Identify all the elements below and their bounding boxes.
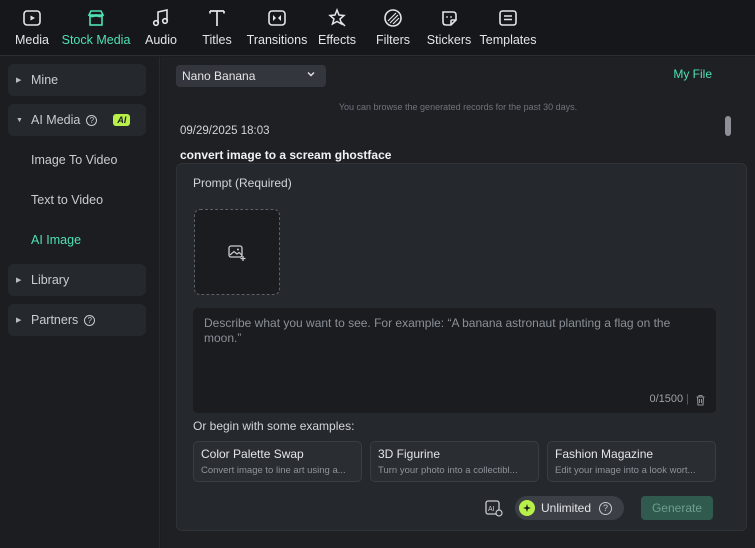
tab-transitions[interactable]: Transitions bbox=[247, 0, 307, 56]
record-title: convert image to a scream ghostface bbox=[180, 148, 392, 162]
sidebar-item-text-to-video[interactable]: Text to Video bbox=[31, 193, 103, 207]
expand-arrow-icon: ▶ bbox=[16, 277, 22, 284]
sidebar-item-ai-media[interactable]: ▼ AI Media ? AI bbox=[8, 104, 146, 136]
sidebar-item-mine[interactable]: ▶ Mine bbox=[8, 64, 146, 96]
prompt-label: Prompt (Required) bbox=[193, 176, 292, 190]
example-title: 3D Figurine bbox=[378, 447, 441, 461]
tab-media[interactable]: Media bbox=[10, 0, 54, 56]
sidebar-item-image-to-video[interactable]: Image To Video bbox=[31, 153, 117, 167]
media-icon bbox=[21, 7, 43, 29]
tab-label: Stock Media bbox=[61, 33, 131, 47]
prompt-placeholder: Describe what you want to see. For examp… bbox=[204, 316, 671, 345]
generate-button[interactable]: Generate bbox=[641, 496, 713, 520]
record-timestamp: 09/29/2025 18:03 bbox=[180, 125, 270, 137]
expand-arrow-icon: ▶ bbox=[16, 77, 22, 84]
filters-icon bbox=[382, 7, 404, 29]
tab-label: Stickers bbox=[426, 33, 472, 47]
example-card[interactable]: Fashion Magazine Edit your image into a … bbox=[547, 441, 716, 482]
example-description: Convert image to line art using a... bbox=[201, 465, 346, 476]
sidebar: ▶ Mine ▼ AI Media ? AI Image To Video Te… bbox=[0, 57, 160, 548]
example-card[interactable]: Color Palette Swap Convert image to line… bbox=[193, 441, 362, 482]
expand-arrow-icon: ▶ bbox=[16, 317, 22, 324]
tab-label: Transitions bbox=[246, 33, 308, 47]
tab-effects[interactable]: Effects bbox=[317, 0, 357, 56]
character-counter: 0/1500 | bbox=[649, 392, 706, 407]
generate-row: AI Unlimited ? Generate bbox=[177, 495, 748, 521]
model-select[interactable]: Nano Banana bbox=[176, 65, 326, 87]
credits-icon bbox=[519, 500, 535, 516]
sidebar-item-library[interactable]: ▶ Library bbox=[8, 264, 146, 296]
effects-icon bbox=[326, 7, 348, 29]
sidebar-item-label: Mine bbox=[31, 73, 59, 87]
top-toolbar: Media Stock Media Audio Titles Transitio… bbox=[0, 0, 755, 56]
stickers-icon bbox=[438, 7, 460, 29]
ai-image-settings-icon[interactable]: AI bbox=[484, 498, 504, 518]
tab-label: Effects bbox=[318, 33, 356, 47]
help-icon[interactable]: ? bbox=[86, 114, 98, 126]
my-file-link[interactable]: My File bbox=[673, 67, 712, 81]
chevron-down-icon bbox=[307, 72, 315, 77]
tab-templates[interactable]: Templates bbox=[479, 0, 537, 56]
sidebar-item-label: Partners bbox=[31, 313, 79, 327]
transitions-icon bbox=[266, 7, 288, 29]
tab-stock-media[interactable]: Stock Media bbox=[61, 0, 131, 56]
ai-badge: AI bbox=[113, 114, 131, 126]
scrollbar-thumb[interactable] bbox=[725, 116, 731, 136]
stock-media-icon bbox=[85, 7, 107, 29]
prompt-input[interactable]: Describe what you want to see. For examp… bbox=[193, 308, 716, 413]
example-title: Color Palette Swap bbox=[201, 447, 304, 461]
ai-image-panel: Nano Banana My File You can browse the g… bbox=[161, 57, 755, 548]
tab-label: Templates bbox=[479, 33, 537, 47]
tab-label: Titles bbox=[202, 33, 232, 47]
example-description: Edit your image into a look wort... bbox=[555, 465, 696, 476]
history-hint: You can browse the generated records for… bbox=[338, 102, 578, 112]
unlimited-label: Unlimited bbox=[541, 501, 592, 515]
example-card[interactable]: 3D Figurine Turn your photo into a colle… bbox=[370, 441, 539, 482]
prompt-card: Prompt (Required) Describe what you want… bbox=[176, 163, 747, 531]
svg-text:AI: AI bbox=[488, 506, 495, 513]
help-icon[interactable]: ? bbox=[599, 501, 613, 515]
sidebar-item-ai-image[interactable]: AI Image bbox=[31, 233, 81, 247]
tab-label: Audio bbox=[145, 33, 177, 47]
add-image-icon bbox=[228, 245, 246, 261]
tab-label: Media bbox=[14, 33, 50, 47]
help-icon[interactable]: ? bbox=[84, 314, 96, 326]
tab-stickers[interactable]: Stickers bbox=[427, 0, 471, 56]
tab-filters[interactable]: Filters bbox=[374, 0, 412, 56]
templates-icon bbox=[497, 7, 519, 29]
counter-divider: | bbox=[686, 393, 689, 405]
example-title: Fashion Magazine bbox=[555, 447, 654, 461]
audio-icon bbox=[150, 7, 172, 29]
counter-value: 0/1500 bbox=[649, 393, 684, 405]
model-select-value: Nano Banana bbox=[182, 69, 256, 83]
tab-label: Filters bbox=[375, 33, 411, 47]
image-upload-area[interactable] bbox=[194, 209, 280, 295]
titles-icon bbox=[206, 7, 228, 29]
sidebar-item-partners[interactable]: ▶ Partners ? bbox=[8, 304, 146, 336]
examples-label: Or begin with some examples: bbox=[193, 419, 355, 433]
sidebar-item-label: AI Media bbox=[31, 113, 81, 127]
trash-icon[interactable] bbox=[695, 394, 706, 406]
collapse-arrow-icon: ▼ bbox=[16, 116, 23, 124]
unlimited-credits-badge[interactable]: Unlimited ? bbox=[515, 496, 624, 520]
example-description: Turn your photo into a collectibl... bbox=[378, 465, 518, 476]
tab-titles[interactable]: Titles bbox=[198, 0, 236, 56]
tab-audio[interactable]: Audio bbox=[140, 0, 182, 56]
sidebar-item-label: Library bbox=[31, 273, 70, 287]
